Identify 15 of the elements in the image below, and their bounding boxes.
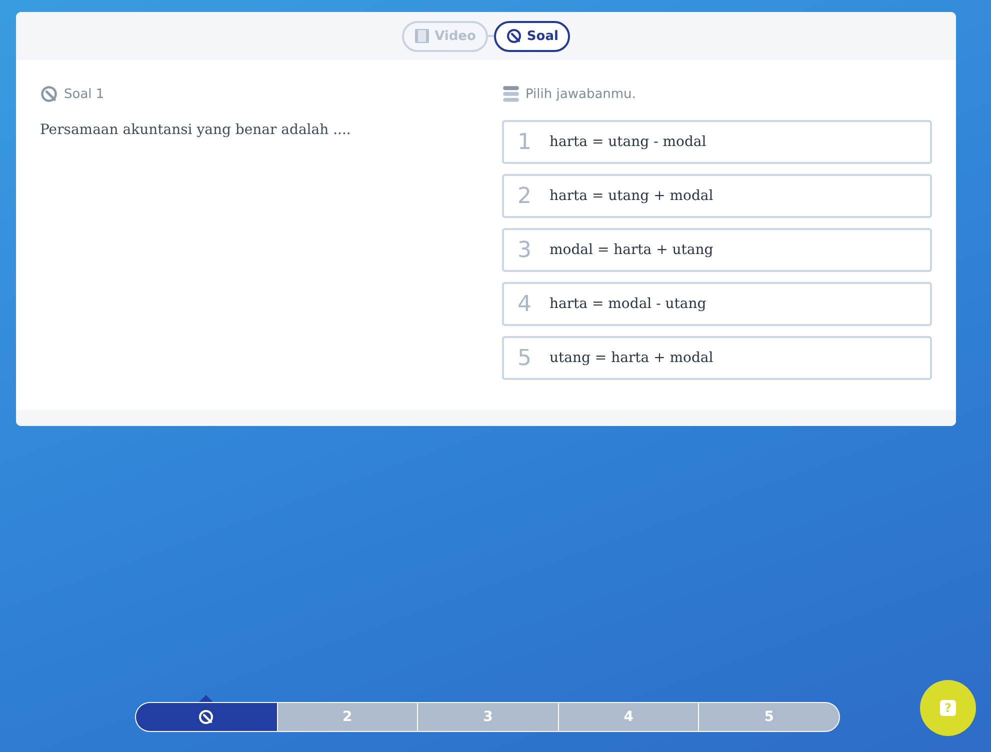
- quiz-icon: [506, 28, 522, 44]
- tab[interactable]: Soal: [494, 20, 570, 52]
- film-icon: [414, 28, 430, 44]
- answer-option[interactable]: 3 modal = harta + utang: [502, 228, 932, 272]
- answer-option[interactable]: 4 harta = modal - utang: [502, 282, 932, 326]
- answer-option[interactable]: 2 harta = utang + modal: [502, 174, 932, 218]
- answer-option[interactable]: 5 utang = harta + modal: [502, 336, 932, 380]
- list-icon: [502, 85, 520, 103]
- answers-heading: Pilih jawabanmu.: [526, 86, 636, 102]
- question-step[interactable]: [136, 703, 277, 731]
- question-text: Persamaan akuntansi yang benar adalah ....: [40, 122, 352, 138]
- question-label: Soal 1: [64, 86, 104, 102]
- answer-option[interactable]: 1 harta = utang - modal: [502, 120, 932, 164]
- quiz-icon: [198, 709, 214, 725]
- quiz-icon: [40, 85, 58, 103]
